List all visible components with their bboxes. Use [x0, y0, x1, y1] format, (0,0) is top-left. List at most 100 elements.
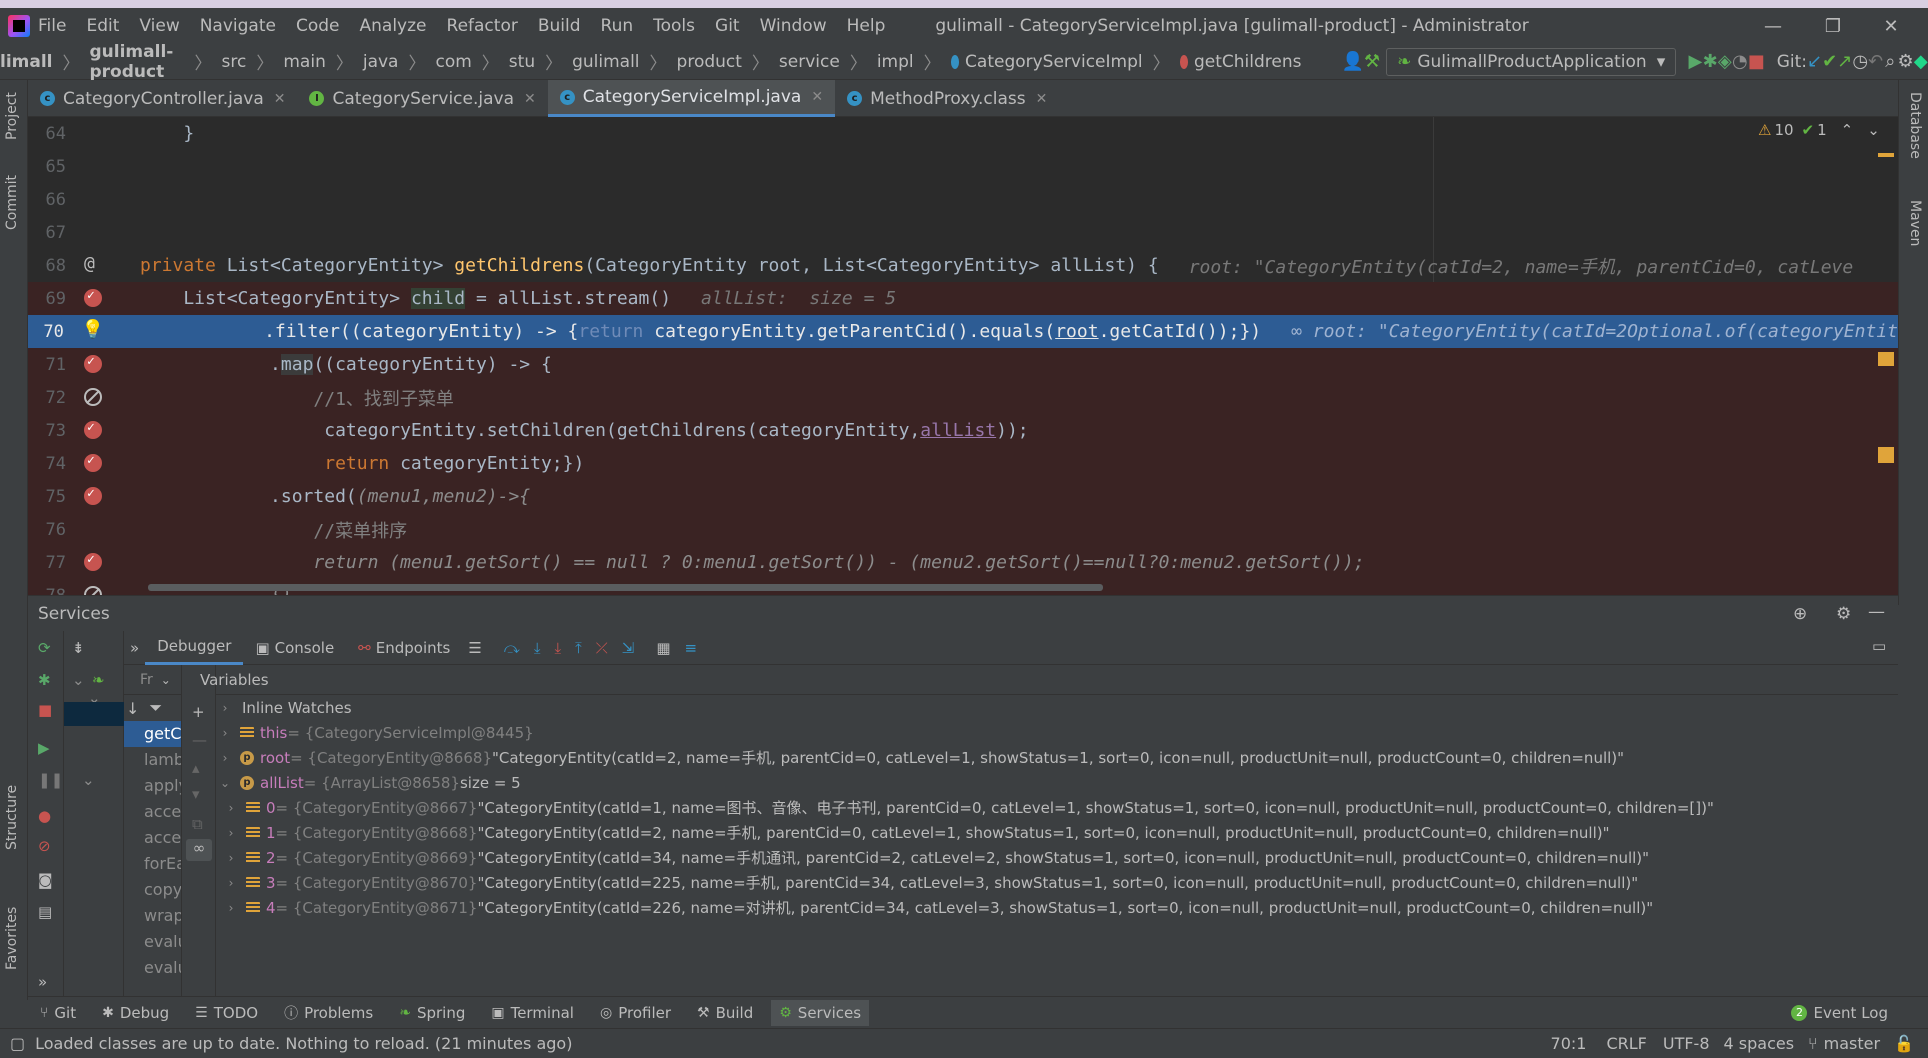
run-icon[interactable]: ▶	[1688, 48, 1702, 76]
breadcrumb-main[interactable]: main	[283, 52, 325, 72]
error-stripe-mark[interactable]	[1878, 447, 1894, 463]
breakpoint-icon[interactable]	[84, 420, 102, 439]
step-into-icon[interactable]: ⤓	[534, 639, 541, 657]
chevron-right-icon[interactable]: ›	[222, 901, 240, 915]
breadcrumb-src[interactable]: src	[222, 52, 247, 72]
coverage-icon[interactable]: ◈	[1718, 48, 1732, 76]
variable-row[interactable]: › 2 = {CategoryEntity@8669} "CategoryEnti…	[216, 845, 1898, 870]
frame-item[interactable]: forEa	[124, 851, 181, 877]
caret-position[interactable]: 70:1	[1551, 1034, 1587, 1053]
rollback-icon[interactable]: ↶	[1868, 48, 1883, 76]
git-commit-icon[interactable]: ✔	[1822, 48, 1837, 76]
error-stripe-mark[interactable]	[1878, 352, 1894, 366]
chevron-right-icon[interactable]: ›	[216, 751, 234, 765]
selected-service-row[interactable]	[64, 702, 124, 726]
menu-refactor[interactable]: Refactor	[447, 16, 518, 36]
breakpoint-icon[interactable]	[84, 453, 102, 472]
minimize-button[interactable]: —	[1748, 8, 1798, 44]
breakpoint-icon[interactable]	[84, 288, 102, 307]
evaluate-icon[interactable]: ▦	[656, 639, 670, 657]
error-stripe-mark[interactable]	[1878, 153, 1894, 157]
chevron-right-icon[interactable]: ›	[216, 726, 234, 740]
add-watch-icon[interactable]: +	[192, 703, 205, 721]
variable-row[interactable]: › Inline Watches	[216, 695, 1898, 720]
breadcrumb-module[interactable]: gulimall-product	[90, 42, 185, 82]
breadcrumb-stu[interactable]: stu	[509, 52, 535, 72]
tool-database[interactable]: Database	[1907, 92, 1923, 159]
layout-settings-icon[interactable]: ▭	[1872, 637, 1886, 655]
breakpoint-icon[interactable]	[84, 354, 102, 373]
breadcrumb-gulimall[interactable]: gulimall	[572, 52, 639, 72]
layout-icon[interactable]: ▤	[38, 903, 52, 921]
tab-category-controller[interactable]: c CategoryController.java ✕	[28, 80, 297, 117]
chevron-right-icon[interactable]: ›	[222, 801, 240, 815]
chevron-down-icon[interactable]: ⌄	[72, 671, 85, 689]
more-icon[interactable]: »	[130, 639, 139, 657]
breadcrumb-class[interactable]: CategoryServiceImpl	[965, 52, 1143, 72]
close-icon[interactable]: ✕	[524, 91, 536, 107]
menu-view[interactable]: View	[139, 16, 179, 36]
menu-navigate[interactable]: Navigate	[200, 16, 276, 36]
filter-icon[interactable]: ⏷	[149, 698, 162, 718]
run-config-selector[interactable]: ❧ GulimallProductApplication ▾	[1386, 47, 1677, 76]
more-icon[interactable]: »	[38, 973, 47, 991]
lock-icon[interactable]: 🔓	[1894, 1034, 1914, 1053]
tab-category-service[interactable]: I CategoryService.java ✕	[297, 80, 547, 117]
tab-method-proxy[interactable]: c MethodProxy.class ✕	[835, 80, 1059, 117]
breadcrumb-impl[interactable]: impl	[877, 52, 914, 72]
settings-gear-icon[interactable]: ⚙	[1897, 48, 1913, 76]
stop-icon[interactable]: ■	[1748, 48, 1765, 76]
variable-row[interactable]: › 3 = {CategoryEntity@8670} "CategoryEnti…	[216, 870, 1898, 895]
copy-icon[interactable]: ⧉	[192, 815, 203, 833]
step-out-icon[interactable]: ⤒	[575, 639, 582, 657]
git-push-icon[interactable]: ↗	[1837, 48, 1852, 76]
chevron-down-icon[interactable]: ⌄	[161, 673, 171, 687]
indent-setting[interactable]: 4 spaces	[1724, 1034, 1795, 1053]
menu-edit[interactable]: Edit	[86, 16, 119, 36]
breadcrumb-product[interactable]: product	[677, 52, 742, 72]
panel-toggle-icon[interactable]: ▢	[10, 1034, 25, 1053]
file-encoding[interactable]: UTF-8	[1663, 1034, 1710, 1053]
frame-item[interactable]: accep	[124, 799, 181, 825]
horizontal-scrollbar[interactable]	[148, 584, 1103, 591]
variable-row[interactable]: › 0 = {CategoryEntity@8667} "CategoryEnti…	[216, 795, 1898, 820]
code-editor[interactable]: ⚠ 10 ✔ 1 ⌃ ⌄ 64 } 65 66 67 68 @ private …	[28, 117, 1898, 595]
hide-icon[interactable]: —	[1868, 602, 1885, 622]
debug-icon[interactable]: ✱	[1703, 48, 1718, 76]
tool-commit[interactable]: Commit	[4, 175, 20, 230]
line-separator[interactable]: CRLF	[1606, 1034, 1646, 1053]
chevron-right-icon[interactable]: ›	[216, 701, 234, 715]
close-icon[interactable]: ✕	[811, 89, 823, 105]
run-to-cursor-icon[interactable]: ⇲	[622, 639, 635, 657]
frame-item[interactable]: wrapA	[124, 903, 181, 929]
chevron-right-icon[interactable]: ›	[222, 876, 240, 890]
tab-category-service-impl[interactable]: c CategoryServiceImpl.java ✕	[547, 80, 836, 117]
collapse-icon[interactable]: ⇟	[72, 639, 85, 657]
breadcrumb-service[interactable]: service	[779, 52, 840, 72]
move-up-icon[interactable]: ▴	[192, 759, 200, 777]
view-breakpoints-icon[interactable]: ●	[38, 807, 51, 825]
variable-row[interactable]: › this = {CategoryServiceImpl@8445}	[216, 720, 1898, 745]
toolbox-icon[interactable]: ◆	[1914, 48, 1928, 76]
search-icon[interactable]: ⌕	[1883, 48, 1897, 76]
breakpoint-icon[interactable]	[84, 486, 102, 505]
frame-item[interactable]: apply	[124, 773, 181, 799]
variable-row[interactable]: › 1 = {CategoryEntity@8668} "CategoryEnti…	[216, 820, 1898, 845]
tool-build[interactable]: ⚒ Build	[697, 1004, 753, 1022]
disabled-breakpoint-icon[interactable]	[84, 586, 102, 595]
drop-frame-icon[interactable]: ⤫	[596, 639, 608, 657]
chevron-right-icon[interactable]: ›	[222, 826, 240, 840]
menu-build[interactable]: Build	[538, 16, 581, 36]
git-update-icon[interactable]: ↙	[1807, 48, 1822, 76]
implements-at-icon[interactable]: @	[84, 253, 95, 274]
menu-code[interactable]: Code	[296, 16, 340, 36]
history-icon[interactable]: ◷	[1852, 48, 1868, 76]
tool-project[interactable]: Project	[4, 92, 20, 140]
frame-item[interactable]: copyI	[124, 877, 181, 903]
menu-window[interactable]: Window	[760, 16, 827, 36]
menu-tools[interactable]: Tools	[653, 16, 695, 36]
disabled-breakpoint-icon[interactable]	[84, 388, 102, 406]
force-step-into-icon[interactable]: ⤓	[554, 639, 561, 657]
show-watches-icon[interactable]: ∞	[186, 839, 212, 861]
event-log[interactable]: 2 Event Log	[1791, 1004, 1888, 1022]
